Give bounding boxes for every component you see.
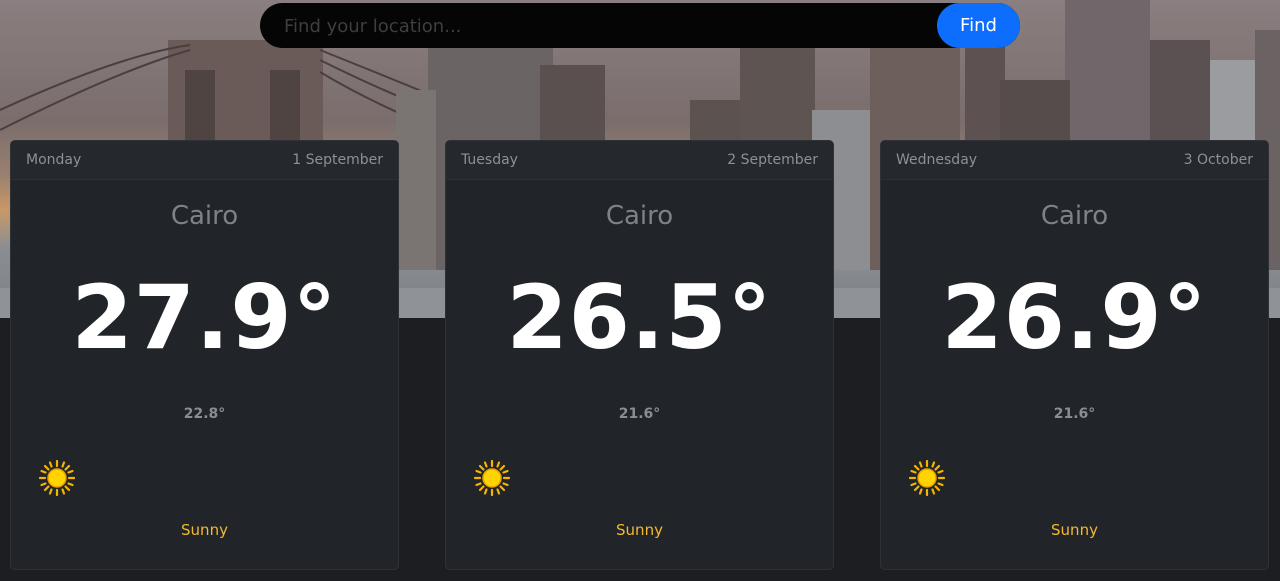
max-temperature: 27.9° [71, 266, 338, 369]
date-label: 2 September [727, 152, 818, 168]
location-search-input[interactable] [282, 3, 926, 50]
forecast-card-monday: Monday 1 September Cairo 27.9° 22.8° Sun… [10, 140, 399, 570]
forecast-card-wednesday: Wednesday 3 October Cairo 26.9° 21.6° Su… [880, 140, 1269, 570]
day-label: Monday [26, 152, 82, 168]
city-name: Cairo [170, 201, 239, 231]
min-temperature: 21.6° [618, 406, 661, 422]
card-header: Tuesday 2 September [446, 141, 833, 180]
date-label: 3 October [1183, 152, 1253, 168]
card-header: Monday 1 September [11, 141, 398, 180]
city-name: Cairo [1040, 201, 1109, 231]
day-label: Tuesday [461, 152, 518, 168]
date-label: 1 September [292, 152, 383, 168]
condition-text: Sunny [181, 521, 228, 539]
city-name: Cairo [605, 201, 674, 231]
condition-text: Sunny [1051, 521, 1098, 539]
max-temperature: 26.9° [941, 266, 1208, 369]
search-bar: Find [260, 3, 1020, 50]
sun-icon [909, 460, 945, 496]
condition-text: Sunny [616, 521, 663, 539]
find-button[interactable]: Find [937, 3, 1020, 48]
day-label: Wednesday [896, 152, 978, 168]
card-header: Wednesday 3 October [881, 141, 1268, 180]
forecast-card-tuesday: Tuesday 2 September Cairo 26.5° 21.6° Su… [445, 140, 834, 570]
min-temperature: 22.8° [183, 406, 226, 422]
sun-icon [39, 460, 75, 496]
sun-icon [474, 460, 510, 496]
max-temperature: 26.5° [506, 266, 773, 369]
min-temperature: 21.6° [1053, 406, 1096, 422]
